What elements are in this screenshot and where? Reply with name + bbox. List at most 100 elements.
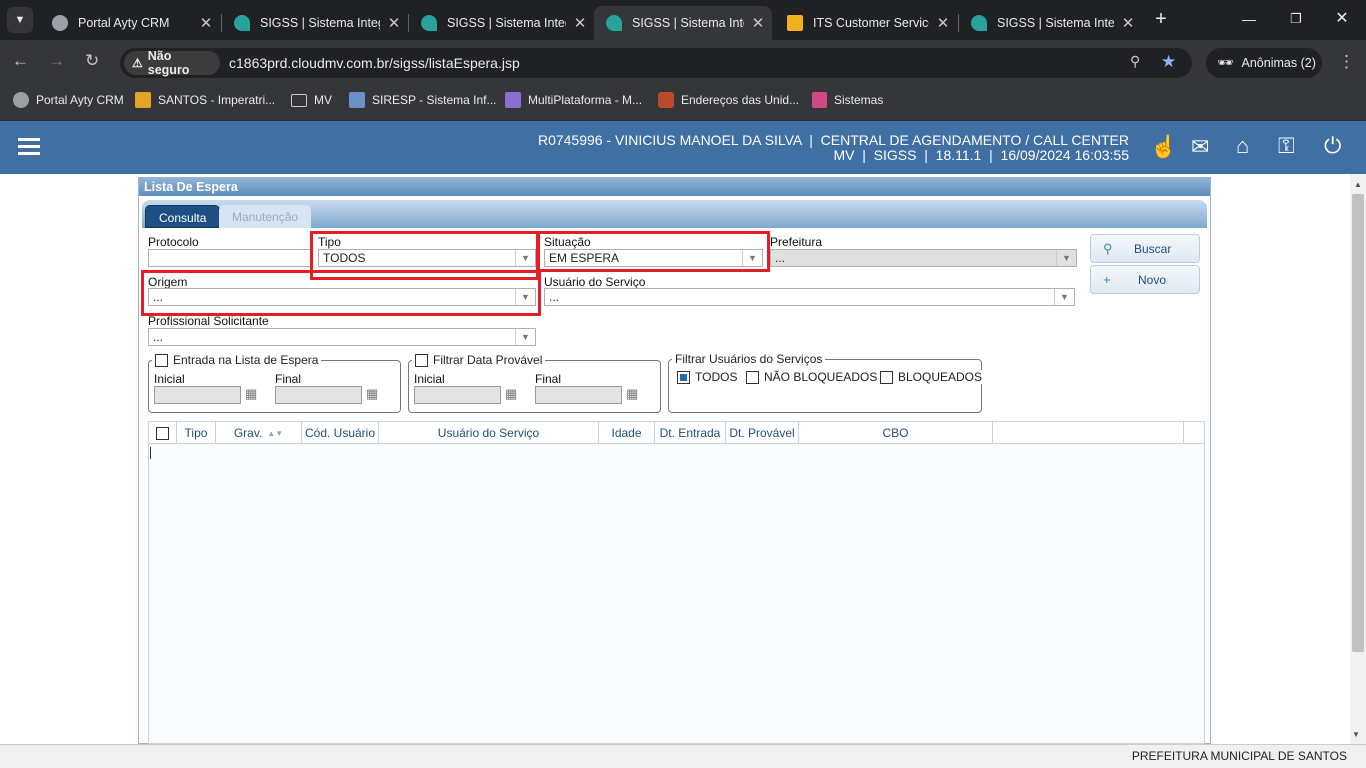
entrada-inicial-label: Inicial: [154, 372, 185, 386]
tab-search-button[interactable]: ▼: [7, 7, 33, 33]
vertical-scrollbar[interactable]: ▲: [1350, 174, 1366, 744]
plus-icon: +: [1103, 272, 1111, 287]
column-header[interactable]: Dt. Entrada: [655, 422, 726, 444]
todos-label: TODOS: [695, 370, 738, 384]
system-info-line: MV | SIGSS | 18.11.1 | 16/09/2024 16:03:…: [833, 147, 1129, 163]
hamburger-menu-button[interactable]: [18, 138, 40, 156]
situacao-select[interactable]: EM ESPERA ▼: [544, 249, 763, 267]
tab-manutencao[interactable]: Manutenção: [219, 205, 312, 228]
restore-icon: ❐: [1290, 11, 1302, 26]
column-header-label: Grav.: [233, 426, 263, 440]
provavel-inicial-input[interactable]: [414, 386, 501, 404]
profissional-select[interactable]: ... ▼: [148, 328, 536, 346]
entrada-checkbox[interactable]: [155, 353, 168, 367]
option-bloqueados[interactable]: BLOQUEADOS: [877, 370, 986, 384]
profissional-label: Profissional Solicitante: [148, 314, 269, 328]
calendar-icon[interactable]: ▦: [245, 386, 265, 404]
todos-checkbox[interactable]: [677, 370, 690, 384]
tipo-select[interactable]: TODOS ▼: [318, 249, 536, 267]
logout-button[interactable]: ⏻: [1324, 133, 1341, 159]
entrada-final-input[interactable]: [275, 386, 362, 404]
chevron-down-icon[interactable]: ▼: [1056, 250, 1076, 266]
browser-tab[interactable]: Portal Ayty CRM ✕: [40, 6, 220, 40]
bookmark-item[interactable]: Portal Ayty CRM: [13, 92, 124, 108]
browser-tab[interactable]: SIGSS | Sistema Integ ✕: [222, 6, 408, 40]
usuario-servico-select[interactable]: ... ▼: [544, 288, 1075, 306]
zoom-button[interactable]: ⚲: [1130, 53, 1140, 70]
security-chip[interactable]: ⚠ Não seguro: [124, 49, 220, 77]
usuario-servico-label: Usuário do Serviço: [544, 275, 646, 289]
bookmark-item[interactable]: MV: [291, 92, 332, 108]
chevron-down-icon[interactable]: ▼: [515, 329, 535, 345]
column-header[interactable]: CBO: [799, 422, 993, 444]
back-button[interactable]: ←: [12, 51, 29, 71]
bookmark-label: MV: [314, 93, 332, 107]
close-icon[interactable]: ✕: [929, 14, 957, 32]
browser-tab[interactable]: SIGSS | Sistema Integ ✕: [959, 6, 1142, 40]
protocolo-label: Protocolo: [148, 235, 199, 249]
calendar-icon[interactable]: ▦: [626, 386, 646, 404]
bookmark-item[interactable]: SANTOS - Imperatri...: [135, 92, 275, 108]
browser-tab[interactable]: ITS Customer Service ✕: [775, 6, 957, 40]
column-header[interactable]: Cód. Usuário: [302, 422, 379, 444]
minimize-button[interactable]: —: [1238, 8, 1260, 32]
restore-button[interactable]: ❐: [1285, 8, 1307, 32]
tab-consulta[interactable]: Consulta: [145, 205, 221, 228]
bookmark-label: Endereços das Unid...: [681, 93, 800, 107]
messages-button[interactable]: ✉: [1191, 134, 1209, 160]
column-header[interactable]: Usuário do Serviço: [379, 422, 599, 444]
bookmark-star-button[interactable]: ★: [1161, 52, 1176, 72]
column-header-grav[interactable]: Grav. ▲▼: [216, 422, 302, 444]
column-header[interactable]: Idade: [599, 422, 655, 444]
novo-button[interactable]: + Novo: [1090, 265, 1200, 294]
close-icon[interactable]: ✕: [192, 14, 220, 32]
new-tab-button[interactable]: +: [1150, 8, 1172, 32]
bloqueados-checkbox[interactable]: [880, 370, 893, 384]
reload-icon: ↻: [85, 51, 100, 70]
grid-select-all[interactable]: [149, 422, 177, 444]
option-todos[interactable]: TODOS: [674, 370, 741, 384]
data-provavel-checkbox[interactable]: [415, 353, 428, 367]
close-icon[interactable]: ✕: [1114, 14, 1142, 32]
column-header[interactable]: Tipo: [177, 422, 216, 444]
scroll-down-icon[interactable]: ▼: [1352, 730, 1360, 739]
menu-button[interactable]: ⋮: [1338, 52, 1355, 72]
select-all-checkbox[interactable]: [156, 426, 169, 440]
forward-button[interactable]: →: [48, 51, 65, 71]
scroll-up-icon[interactable]: ▲: [1350, 180, 1366, 189]
protocolo-input[interactable]: [148, 249, 312, 267]
reload-button[interactable]: ↻: [85, 51, 99, 71]
prefeitura-select[interactable]: ... ▼: [770, 249, 1077, 267]
chevron-down-icon[interactable]: ▼: [515, 289, 535, 305]
window-close-button[interactable]: ✕: [1331, 8, 1353, 32]
close-icon[interactable]: ✕: [566, 14, 594, 32]
chevron-down-icon[interactable]: ▼: [1054, 289, 1074, 305]
origem-select[interactable]: ... ▼: [148, 288, 536, 306]
column-header-filler: [993, 422, 1184, 444]
profile-chip[interactable]: 🕶 Anônimas (2): [1206, 48, 1322, 78]
calendar-icon[interactable]: ▦: [366, 386, 386, 404]
scrollbar-thumb[interactable]: [1352, 194, 1364, 652]
nao-bloqueados-checkbox[interactable]: [746, 370, 759, 384]
bookmark-item[interactable]: MultiPlataforma - M...: [505, 92, 642, 108]
touch-button[interactable]: ☝: [1150, 134, 1177, 160]
sort-icon: ▲▼: [267, 428, 284, 438]
browser-tab[interactable]: SIGSS | Sistema Integ ✕: [409, 6, 594, 40]
chevron-down-icon[interactable]: ▼: [742, 250, 762, 266]
browser-tab-active[interactable]: SIGSS | Sistema Integ ✕: [594, 6, 772, 40]
calendar-icon[interactable]: ▦: [505, 386, 525, 404]
buscar-button[interactable]: ⚲ Buscar: [1090, 234, 1200, 263]
bookmark-item[interactable]: SIRESP - Sistema Inf...: [349, 92, 497, 108]
entrada-inicial-input[interactable]: [154, 386, 241, 404]
bookmark-item[interactable]: Sistemas: [812, 92, 883, 108]
option-nao-bloqueados[interactable]: NÃO BLOQUEADOS: [743, 370, 881, 384]
password-button[interactable]: ⚿: [1278, 133, 1295, 159]
column-header[interactable]: Dt. Provável: [726, 422, 799, 444]
sigss-icon: [606, 15, 622, 31]
chevron-down-icon[interactable]: ▼: [515, 250, 535, 266]
bookmark-item[interactable]: Endereços das Unid...: [658, 92, 799, 108]
provavel-final-input[interactable]: [535, 386, 622, 404]
close-icon[interactable]: ✕: [380, 14, 408, 32]
close-icon[interactable]: ✕: [744, 14, 772, 32]
home-button[interactable]: ⌂: [1236, 133, 1249, 159]
